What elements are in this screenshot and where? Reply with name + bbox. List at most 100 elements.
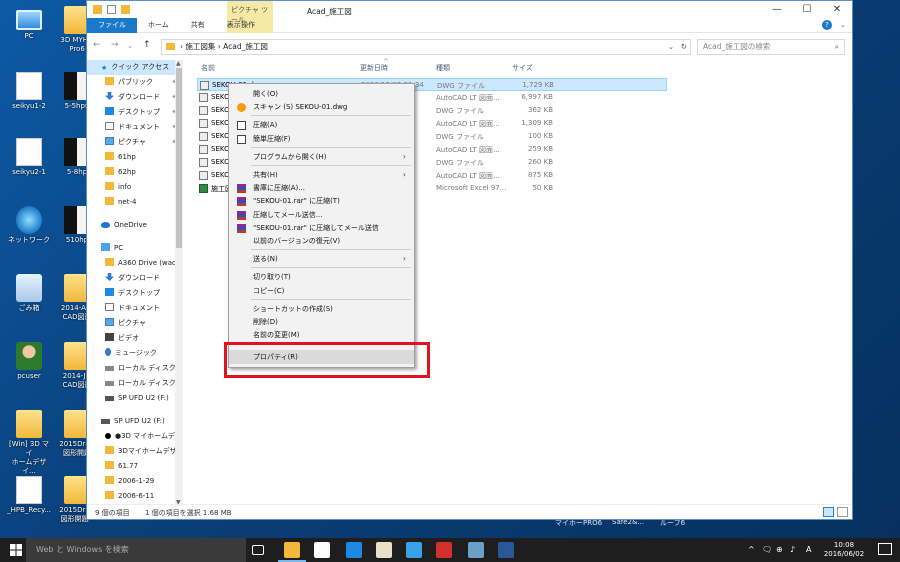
- ie-icon[interactable]: [406, 542, 422, 558]
- refresh-icon[interactable]: ↻: [681, 40, 687, 54]
- tray-icon[interactable]: ⊕: [776, 545, 783, 554]
- desktop-icon[interactable]: seikyu1-2: [6, 72, 52, 111]
- media-icon[interactable]: [376, 542, 392, 558]
- forward-icon[interactable]: →: [111, 40, 119, 50]
- search-input[interactable]: Acad_施工図の検索 ⌕: [697, 39, 845, 55]
- edge-icon[interactable]: [346, 542, 362, 558]
- nav-item[interactable]: info: [87, 180, 183, 195]
- taskbar-search-input[interactable]: Web と Windows を検索: [26, 538, 246, 562]
- nav-item[interactable]: ローカル ディスク (C: [87, 361, 183, 376]
- menu-item[interactable]: 以前のバージョンの復元(V): [229, 234, 414, 248]
- menu-item[interactable]: スキャン (S) SEKOU-01.dwg: [229, 100, 414, 114]
- nav-item[interactable]: ダウンロード✦: [87, 90, 183, 105]
- maximize-button[interactable]: ☐: [792, 1, 822, 19]
- column-name[interactable]: 名前: [201, 63, 215, 73]
- ribbon-tab[interactable]: 共有: [180, 18, 216, 33]
- menu-item[interactable]: 開く(O): [229, 87, 414, 101]
- menu-item[interactable]: 書庫に圧縮(A)...: [229, 181, 414, 195]
- menu-item[interactable]: 共有(H) ›: [229, 168, 414, 182]
- nav-item[interactable]: ドキュメント: [87, 301, 183, 316]
- nav-item[interactable]: OneDrive: [87, 218, 183, 233]
- desktop-icon[interactable]: ネットワーク: [6, 206, 52, 245]
- nav-item[interactable]: ●3D マイホームデ: [87, 429, 183, 444]
- nav-item[interactable]: ビデオ: [87, 331, 183, 346]
- address-dropdown-icon[interactable]: ⌄: [668, 40, 674, 54]
- back-icon[interactable]: ←: [93, 40, 101, 50]
- nav-item[interactable]: ピクチャ✦: [87, 135, 183, 150]
- nav-item[interactable]: ピクチャ: [87, 316, 183, 331]
- recent-locations-icon[interactable]: ⌄: [127, 42, 133, 50]
- acrobat-icon[interactable]: [436, 542, 452, 558]
- nav-item[interactable]: PC: [87, 241, 183, 256]
- nav-item[interactable]: ドキュメント✦: [87, 120, 183, 135]
- nav-item[interactable]: デスクトップ✦: [87, 105, 183, 120]
- ribbon-tab[interactable]: ファイル: [87, 18, 137, 33]
- nav-item[interactable]: パブリック✦: [87, 75, 183, 90]
- column-date[interactable]: 更新日時: [360, 63, 388, 73]
- windows-start-icon[interactable]: [10, 544, 22, 556]
- nav-item[interactable]: 3Dマイホームデザイ: [87, 444, 183, 459]
- new-folder-icon[interactable]: [121, 5, 130, 14]
- tray-icon[interactable]: A: [806, 545, 811, 554]
- details-view-icon[interactable]: [823, 507, 834, 517]
- nav-item[interactable]: ミュージック: [87, 346, 183, 361]
- word-icon[interactable]: [498, 542, 514, 558]
- nav-item[interactable]: ローカル ディスク (D: [87, 376, 183, 391]
- help-icon[interactable]: ?: [822, 20, 832, 30]
- desktop-icon[interactable]: _HPB_Recy...: [6, 476, 52, 515]
- menu-item[interactable]: "SEKOU-01.rar" に圧縮(T): [229, 194, 414, 208]
- desktop-icon[interactable]: [Win] 3D マイ ホームデザイ...: [6, 410, 52, 476]
- menu-item[interactable]: 名前の変更(M): [229, 328, 414, 342]
- desktop-icon[interactable]: seikyu2-1: [6, 138, 52, 177]
- menu-item[interactable]: 削除(D): [229, 315, 414, 329]
- menu-item[interactable]: 圧縮してメール送信...: [229, 208, 414, 222]
- menu-item[interactable]: ショートカットの作成(S): [229, 302, 414, 316]
- desktop-icon[interactable]: pcuser: [6, 342, 52, 381]
- nav-item[interactable]: 2006-1-29: [87, 474, 183, 489]
- close-button[interactable]: ✕: [822, 1, 852, 19]
- menu-item[interactable]: 送る(N) ›: [229, 252, 414, 266]
- action-center-icon[interactable]: [878, 543, 892, 555]
- scroll-thumb[interactable]: [176, 68, 182, 248]
- scroll-up-icon[interactable]: ▲: [176, 60, 181, 67]
- nav-item[interactable]: SP UFD U2 (F:): [87, 391, 183, 406]
- menu-item[interactable]: 簡単圧縮(F): [229, 132, 414, 146]
- task-view-icon[interactable]: [252, 545, 264, 555]
- nav-item[interactable]: 61hp: [87, 150, 183, 165]
- properties-icon[interactable]: [107, 5, 116, 14]
- nav-item[interactable]: ダウンロード: [87, 271, 183, 286]
- tray-icon[interactable]: ♪: [790, 545, 795, 554]
- store-icon[interactable]: [314, 542, 330, 558]
- nav-item[interactable]: 61.77: [87, 459, 183, 474]
- nav-item[interactable]: 62hp: [87, 165, 183, 180]
- menu-item[interactable]: 切り取り(T): [229, 270, 414, 284]
- menu-item[interactable]: コピー(C): [229, 284, 414, 298]
- ribbon-tab[interactable]: ホーム: [137, 18, 180, 33]
- desktop-icon[interactable]: PC: [6, 6, 52, 41]
- clock[interactable]: 10:08 2016/06/02: [822, 541, 866, 559]
- expand-ribbon-icon[interactable]: ⌄: [840, 21, 846, 29]
- system-tray: 10:08 2016/06/02 ^ 🗨 ⊕ ♪ A: [740, 538, 900, 562]
- menu-item[interactable]: "SEKOU-01.rar" に圧縮してメール送信: [229, 221, 414, 235]
- nav-item[interactable]: 2006-6-11: [87, 489, 183, 504]
- large-icons-view-icon[interactable]: [837, 507, 848, 517]
- nav-item[interactable]: net-4: [87, 195, 183, 210]
- tray-icon[interactable]: 🗨: [762, 545, 772, 554]
- column-size[interactable]: サイズ: [512, 63, 533, 73]
- nav-item[interactable]: デスクトップ: [87, 286, 183, 301]
- menu-item[interactable]: プログラムから開く(H) ›: [229, 150, 414, 164]
- desktop-icon[interactable]: ごみ箱: [6, 274, 52, 313]
- explorer-icon[interactable]: [278, 542, 306, 562]
- nav-item[interactable]: A360 Drive (wad: [87, 256, 183, 271]
- minimize-button[interactable]: —: [762, 1, 792, 19]
- nav-item[interactable]: ★ クイック アクセス: [87, 60, 183, 75]
- menu-item[interactable]: 圧縮(A): [229, 118, 414, 132]
- tray-icon[interactable]: ^: [748, 545, 755, 554]
- tool-icon[interactable]: [468, 542, 484, 558]
- ribbon-tab[interactable]: 表示: [216, 18, 252, 33]
- nav-scrollbar[interactable]: ▲ ▼: [175, 60, 183, 506]
- up-icon[interactable]: ↑: [143, 40, 151, 50]
- nav-item[interactable]: SP UFD U2 (F:): [87, 414, 183, 429]
- column-type[interactable]: 種類: [436, 63, 450, 73]
- address-bar[interactable]: › 施工図集 › Acad_施工図 ⌄ ↻: [161, 39, 691, 55]
